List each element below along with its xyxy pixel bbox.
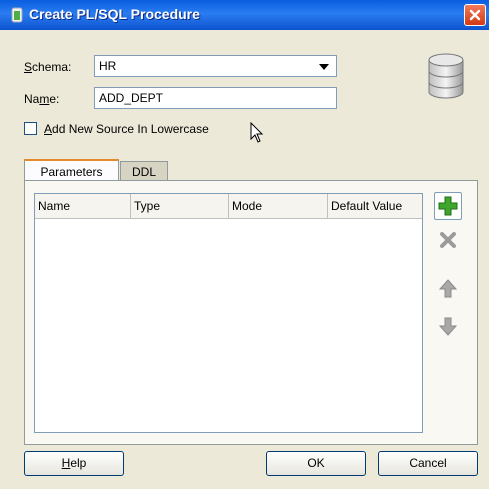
close-button[interactable] [464, 4, 486, 26]
column-header-type[interactable]: Type [131, 194, 229, 218]
mouse-cursor-icon [250, 122, 264, 143]
parameters-table[interactable]: Name Type Mode Default Value [34, 193, 423, 433]
dialog-title: Create PL/SQL Procedure [29, 6, 200, 22]
remove-parameter-button[interactable] [434, 226, 462, 254]
title-bar[interactable]: Create PL/SQL Procedure [0, 0, 489, 30]
lowercase-label[interactable]: Add New Source In Lowercase [44, 122, 209, 136]
column-header-mode[interactable]: Mode [229, 194, 328, 218]
up-arrow-icon [438, 279, 458, 298]
add-parameter-button[interactable] [434, 192, 462, 220]
help-button[interactable]: Help [24, 451, 124, 476]
down-arrow-icon [438, 317, 458, 336]
ok-button[interactable]: OK [266, 451, 366, 476]
table-header: Name Type Mode Default Value [35, 194, 422, 219]
schema-select[interactable]: HR [94, 55, 337, 77]
chevron-down-icon [319, 64, 329, 70]
schema-value: HR [99, 59, 117, 73]
schema-label: Schema: [24, 60, 72, 74]
name-label: Name: [24, 92, 60, 106]
lowercase-checkbox[interactable] [24, 122, 37, 135]
tab-ddl[interactable]: DDL [120, 161, 168, 181]
close-icon [469, 9, 481, 21]
column-header-name[interactable]: Name [35, 194, 131, 218]
move-down-button[interactable] [434, 312, 462, 340]
name-field[interactable]: ADD_DEPT [94, 87, 337, 109]
cancel-button[interactable]: Cancel [378, 451, 478, 476]
create-procedure-dialog: Create PL/SQL Procedure Schema: HR Name:… [0, 0, 489, 489]
column-header-default-value[interactable]: Default Value [328, 194, 422, 218]
procedure-icon [11, 7, 23, 23]
tab-parameters[interactable]: Parameters [24, 159, 119, 181]
remove-icon [440, 232, 456, 248]
add-icon [438, 196, 458, 216]
database-icon [428, 53, 464, 99]
move-up-button[interactable] [434, 275, 462, 303]
